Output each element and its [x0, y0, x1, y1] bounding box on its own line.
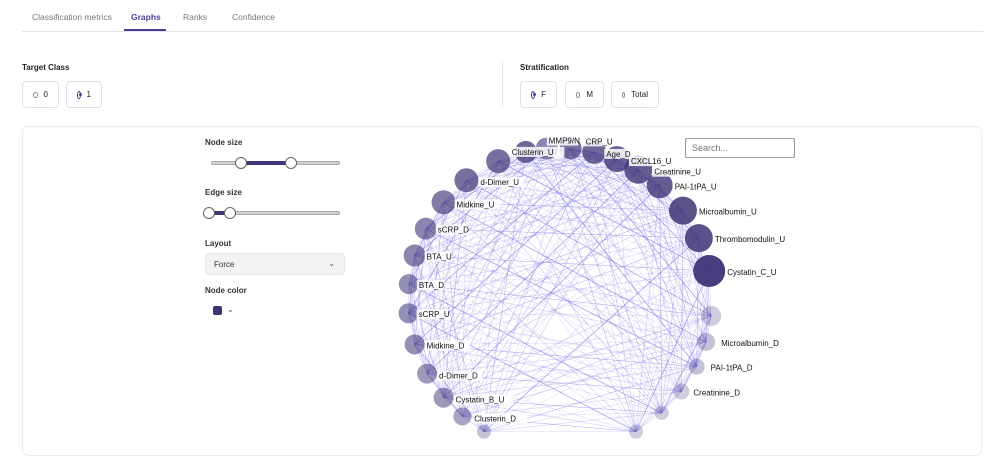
graph-node[interactable]: [417, 364, 437, 384]
graph-node[interactable]: [669, 197, 697, 225]
graph-node[interactable]: [454, 168, 478, 192]
graph-node[interactable]: [434, 388, 454, 408]
graph-node-label: Creatinine_D: [693, 388, 740, 397]
graph-node[interactable]: [689, 359, 705, 375]
graph-edge: [484, 211, 683, 432]
graph-node[interactable]: [399, 303, 419, 323]
graph-node[interactable]: [673, 383, 689, 399]
graph-node-label: Microalbumin_U: [699, 208, 757, 217]
graph-node-label: PAI-1tPA_D: [711, 364, 753, 373]
graph-node[interactable]: [404, 245, 426, 267]
graph-node[interactable]: [477, 425, 491, 439]
graph-node-label: BTA_U: [427, 253, 452, 262]
graph-node[interactable]: [486, 149, 510, 173]
graph-node-label: Microalbumin_D: [721, 339, 779, 348]
graph-node-label: PAI-1tPA_U: [675, 182, 717, 191]
graph-node[interactable]: [697, 333, 715, 351]
network-graph[interactable]: Clusterin_U MMP9/N CRP_U Age_DCXCL16_U Creat…: [0, 0, 1000, 450]
graph-node-label: sCRP_D: [438, 226, 469, 235]
graph-node-label: BTA_D: [419, 281, 444, 290]
graph-node-label: Thrombomodulin_U: [715, 235, 785, 244]
graph-node[interactable]: [655, 406, 669, 420]
graph-node-label: Age_D: [606, 150, 631, 159]
graph-node[interactable]: [629, 425, 643, 439]
graph-node-label: Cystatin_C_U: [727, 268, 777, 277]
graph-node-label: d-Dimer_U: [480, 178, 519, 187]
graph-node-label: sCRP_U: [419, 310, 450, 319]
graph-node-label: Creatinine_U: [654, 168, 701, 177]
graph-node[interactable]: [405, 334, 425, 354]
graph-edge: [466, 180, 709, 271]
graph-node-label: Midkine_U: [457, 200, 495, 209]
graph-edge: [415, 238, 699, 344]
graph-node-label: Clusterin_U: [512, 148, 554, 157]
graph-node-label: d-Dimer_D: [439, 372, 478, 381]
graph-node[interactable]: [701, 306, 721, 326]
graph-node-label: Clusterin_D: [474, 414, 516, 423]
graph-node-label: CRP_U: [586, 137, 613, 146]
graph-node-label: MMP9/N: [549, 137, 580, 146]
graph-node[interactable]: [432, 190, 456, 214]
graph-node[interactable]: [415, 218, 437, 240]
graph-node[interactable]: [399, 274, 419, 294]
graph-node-label: Cystatin_B_U: [456, 396, 505, 405]
graph-node[interactable]: [693, 255, 725, 287]
graph-node-label: Midkine_D: [427, 341, 465, 350]
graph-node[interactable]: [685, 224, 713, 252]
graph-node-label: CXCL16_U: [631, 157, 672, 166]
graph-node[interactable]: [453, 407, 471, 425]
